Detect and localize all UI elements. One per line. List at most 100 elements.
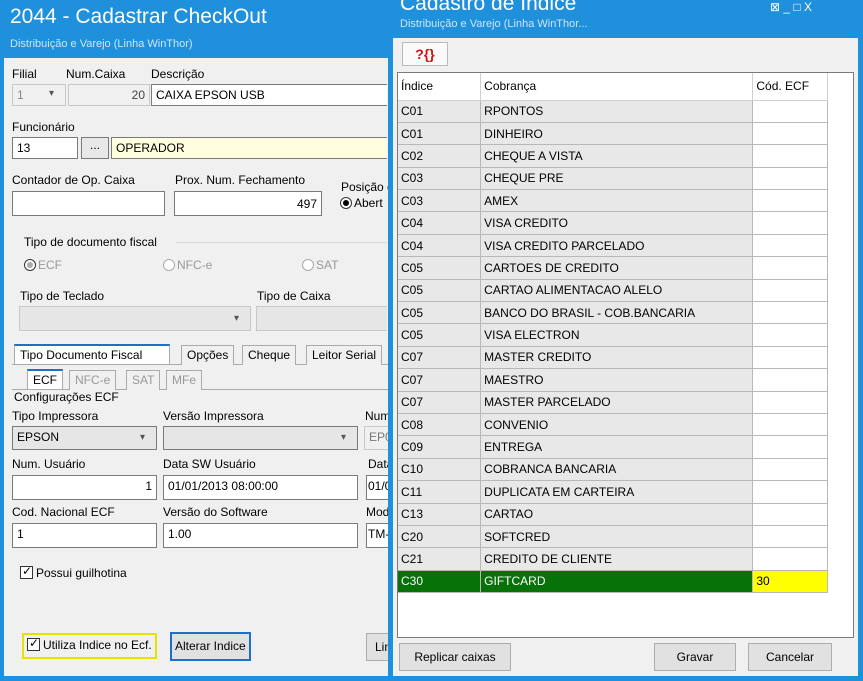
tab-cheque[interactable]: Cheque bbox=[242, 345, 297, 365]
cell-cobranca[interactable]: CONVENIO bbox=[480, 413, 754, 437]
table-row[interactable]: C05 VISA ELECTRON bbox=[398, 323, 828, 347]
data-sw-field[interactable]: 01/01/2013 08:00:00 bbox=[163, 475, 358, 500]
tipodoc-radio-ecf[interactable]: ECF bbox=[24, 258, 62, 272]
cell-cod-ecf[interactable] bbox=[752, 100, 828, 123]
cell-cod-ecf[interactable] bbox=[752, 211, 828, 235]
column-header-indice[interactable]: Índice bbox=[398, 73, 482, 101]
table-row[interactable]: C04 VISA CREDITO PARCELADO bbox=[398, 234, 828, 258]
cell-cobranca[interactable]: VISA CREDITO PARCELADO bbox=[480, 234, 754, 258]
numcaixa-field[interactable]: 20 bbox=[68, 84, 150, 106]
table-row[interactable]: C09 ENTREGA bbox=[398, 435, 828, 459]
cell-indice[interactable]: C03 bbox=[398, 189, 482, 213]
cell-cobranca[interactable]: CARTAO ALIMENTACAO ALELO bbox=[480, 279, 754, 303]
guilhotina-checkbox[interactable]: Possui guilhotina bbox=[20, 564, 127, 580]
table-row[interactable]: C05 CARTOES DE CREDITO bbox=[398, 256, 828, 280]
cell-cod-ecf[interactable] bbox=[752, 547, 828, 571]
cell-indice[interactable]: C10 bbox=[398, 458, 482, 482]
table-row[interactable]: C01 DINHEIRO bbox=[398, 122, 828, 146]
table-row[interactable]: C07 MASTER PARCELADO bbox=[398, 391, 828, 414]
table-row[interactable]: C01 RPONTOS bbox=[398, 100, 828, 123]
tab-opcoes[interactable]: Opções bbox=[181, 345, 235, 365]
cell-indice[interactable]: C07 bbox=[398, 346, 482, 370]
cell-cod-ecf[interactable]: 30 bbox=[752, 570, 828, 594]
modelo-field[interactable]: TM- bbox=[366, 523, 388, 548]
utiliza-indice-checkbox[interactable]: Utiliza Indice no Ecf. bbox=[22, 633, 157, 659]
posicao-aberto-radio[interactable]: Abert bbox=[340, 196, 383, 210]
cell-cobranca[interactable]: VISA CREDITO bbox=[480, 211, 754, 235]
gravar-button[interactable]: Gravar bbox=[654, 643, 736, 671]
cell-indice[interactable]: C05 bbox=[398, 323, 482, 347]
cell-cod-ecf[interactable] bbox=[752, 503, 828, 526]
cell-cobranca[interactable]: ENTREGA bbox=[480, 435, 754, 459]
cell-cod-ecf[interactable] bbox=[752, 368, 828, 392]
cell-cod-ecf[interactable] bbox=[752, 346, 828, 370]
cell-cod-ecf[interactable] bbox=[752, 256, 828, 280]
cell-indice[interactable]: C02 bbox=[398, 144, 482, 168]
tab-mfe[interactable]: MFe bbox=[166, 370, 202, 390]
column-header-cobranca[interactable]: Cobrança bbox=[480, 73, 754, 101]
cell-cobranca[interactable]: SOFTCRED bbox=[480, 525, 754, 549]
tab-nfce[interactable]: NFC-e bbox=[69, 370, 117, 390]
cell-indice[interactable]: C20 bbox=[398, 525, 482, 549]
cell-indice[interactable]: C01 bbox=[398, 122, 482, 146]
cell-cobranca[interactable]: DUPLICATA EM CARTEIRA bbox=[480, 480, 754, 504]
teclado-select[interactable]: ▾ bbox=[19, 306, 251, 331]
cell-cobranca[interactable]: DINHEIRO bbox=[480, 122, 754, 146]
cell-cobranca[interactable]: AMEX bbox=[480, 189, 754, 213]
indice-grid[interactable]: Índice Cobrança Cód. ECF C01 RPONTOS C01 DI… bbox=[397, 72, 854, 638]
tab-sat[interactable]: SAT bbox=[126, 370, 161, 390]
table-row[interactable]: C07 MAESTRO bbox=[398, 368, 828, 392]
cell-cobranca[interactable]: CREDITO DE CLIENTE bbox=[480, 547, 754, 571]
cell-cod-ecf[interactable] bbox=[752, 480, 828, 504]
cell-indice[interactable]: C13 bbox=[398, 503, 482, 526]
table-row[interactable]: C13 CARTAO bbox=[398, 503, 828, 526]
table-row[interactable]: C03 CHEQUE PRE bbox=[398, 167, 828, 191]
tipo-caixa-select[interactable] bbox=[256, 306, 387, 331]
replicar-caixas-button[interactable]: Replicar caixas bbox=[399, 643, 511, 671]
cell-indice[interactable]: C07 bbox=[398, 368, 482, 392]
cell-cod-ecf[interactable] bbox=[752, 413, 828, 437]
cell-indice[interactable]: C08 bbox=[398, 413, 482, 437]
tipo-impressora-select[interactable]: EPSON ▾ bbox=[12, 426, 157, 450]
descricao-field[interactable]: CAIXA EPSON USB bbox=[151, 84, 387, 106]
cell-cobranca[interactable]: MAESTRO bbox=[480, 368, 754, 392]
prox-fechamento-field[interactable]: 497 bbox=[174, 191, 322, 216]
cell-cobranca[interactable]: COBRANCA BANCARIA bbox=[480, 458, 754, 482]
cell-cobranca[interactable]: CHEQUE PRE bbox=[480, 167, 754, 191]
cell-cobranca[interactable]: CARTOES DE CREDITO bbox=[480, 256, 754, 280]
cell-indice[interactable]: C04 bbox=[398, 234, 482, 258]
tab-leitor-serial[interactable]: Leitor Serial bbox=[306, 345, 383, 365]
cell-cobranca[interactable]: MASTER PARCELADO bbox=[480, 391, 754, 414]
table-row[interactable]: C11 DUPLICATA EM CARTEIRA bbox=[398, 480, 828, 504]
cell-cod-ecf[interactable] bbox=[752, 435, 828, 459]
cell-cod-ecf[interactable] bbox=[752, 391, 828, 414]
cell-indice[interactable]: C05 bbox=[398, 279, 482, 303]
tab-ecf[interactable]: ECF bbox=[27, 369, 63, 389]
cancelar-button[interactable]: Cancelar bbox=[748, 643, 832, 671]
table-row[interactable]: C04 VISA CREDITO bbox=[398, 211, 828, 235]
window-controls[interactable]: ⊠ _ □ X bbox=[770, 0, 863, 14]
table-row[interactable]: C08 CONVENIO bbox=[398, 413, 828, 437]
versao-impressora-select[interactable]: ▾ bbox=[163, 426, 358, 450]
funcionario-search-button[interactable]: ... bbox=[81, 137, 109, 159]
cell-cod-ecf[interactable] bbox=[752, 525, 828, 549]
table-row[interactable]: C07 MASTER CREDITO bbox=[398, 346, 828, 370]
num-usuario-field[interactable]: 1 bbox=[12, 475, 157, 500]
cell-indice[interactable]: C03 bbox=[398, 167, 482, 191]
tab-tipo-documento-fiscal[interactable]: Tipo Documento Fiscal bbox=[14, 344, 170, 364]
tipodoc-radio-nfce[interactable]: NFC-e bbox=[163, 258, 212, 272]
cell-indice[interactable]: C09 bbox=[398, 435, 482, 459]
table-row[interactable]: C03 AMEX bbox=[398, 189, 828, 213]
cell-indice[interactable]: C07 bbox=[398, 391, 482, 414]
cell-cobranca[interactable]: RPONTOS bbox=[480, 100, 754, 123]
cell-cobranca[interactable]: VISA ELECTRON bbox=[480, 323, 754, 347]
cell-cobranca[interactable]: MASTER CREDITO bbox=[480, 346, 754, 370]
cod-nacional-field[interactable]: 1 bbox=[12, 523, 157, 548]
cell-cod-ecf[interactable] bbox=[752, 234, 828, 258]
cell-cod-ecf[interactable] bbox=[752, 323, 828, 347]
toolbar-help-icon[interactable]: ?{} bbox=[402, 42, 448, 66]
cell-indice[interactable]: C01 bbox=[398, 100, 482, 123]
table-row[interactable]: C30 GIFTCARD 30 bbox=[398, 570, 828, 594]
cell-cod-ecf[interactable] bbox=[752, 279, 828, 303]
cell-cod-ecf[interactable] bbox=[752, 144, 828, 168]
